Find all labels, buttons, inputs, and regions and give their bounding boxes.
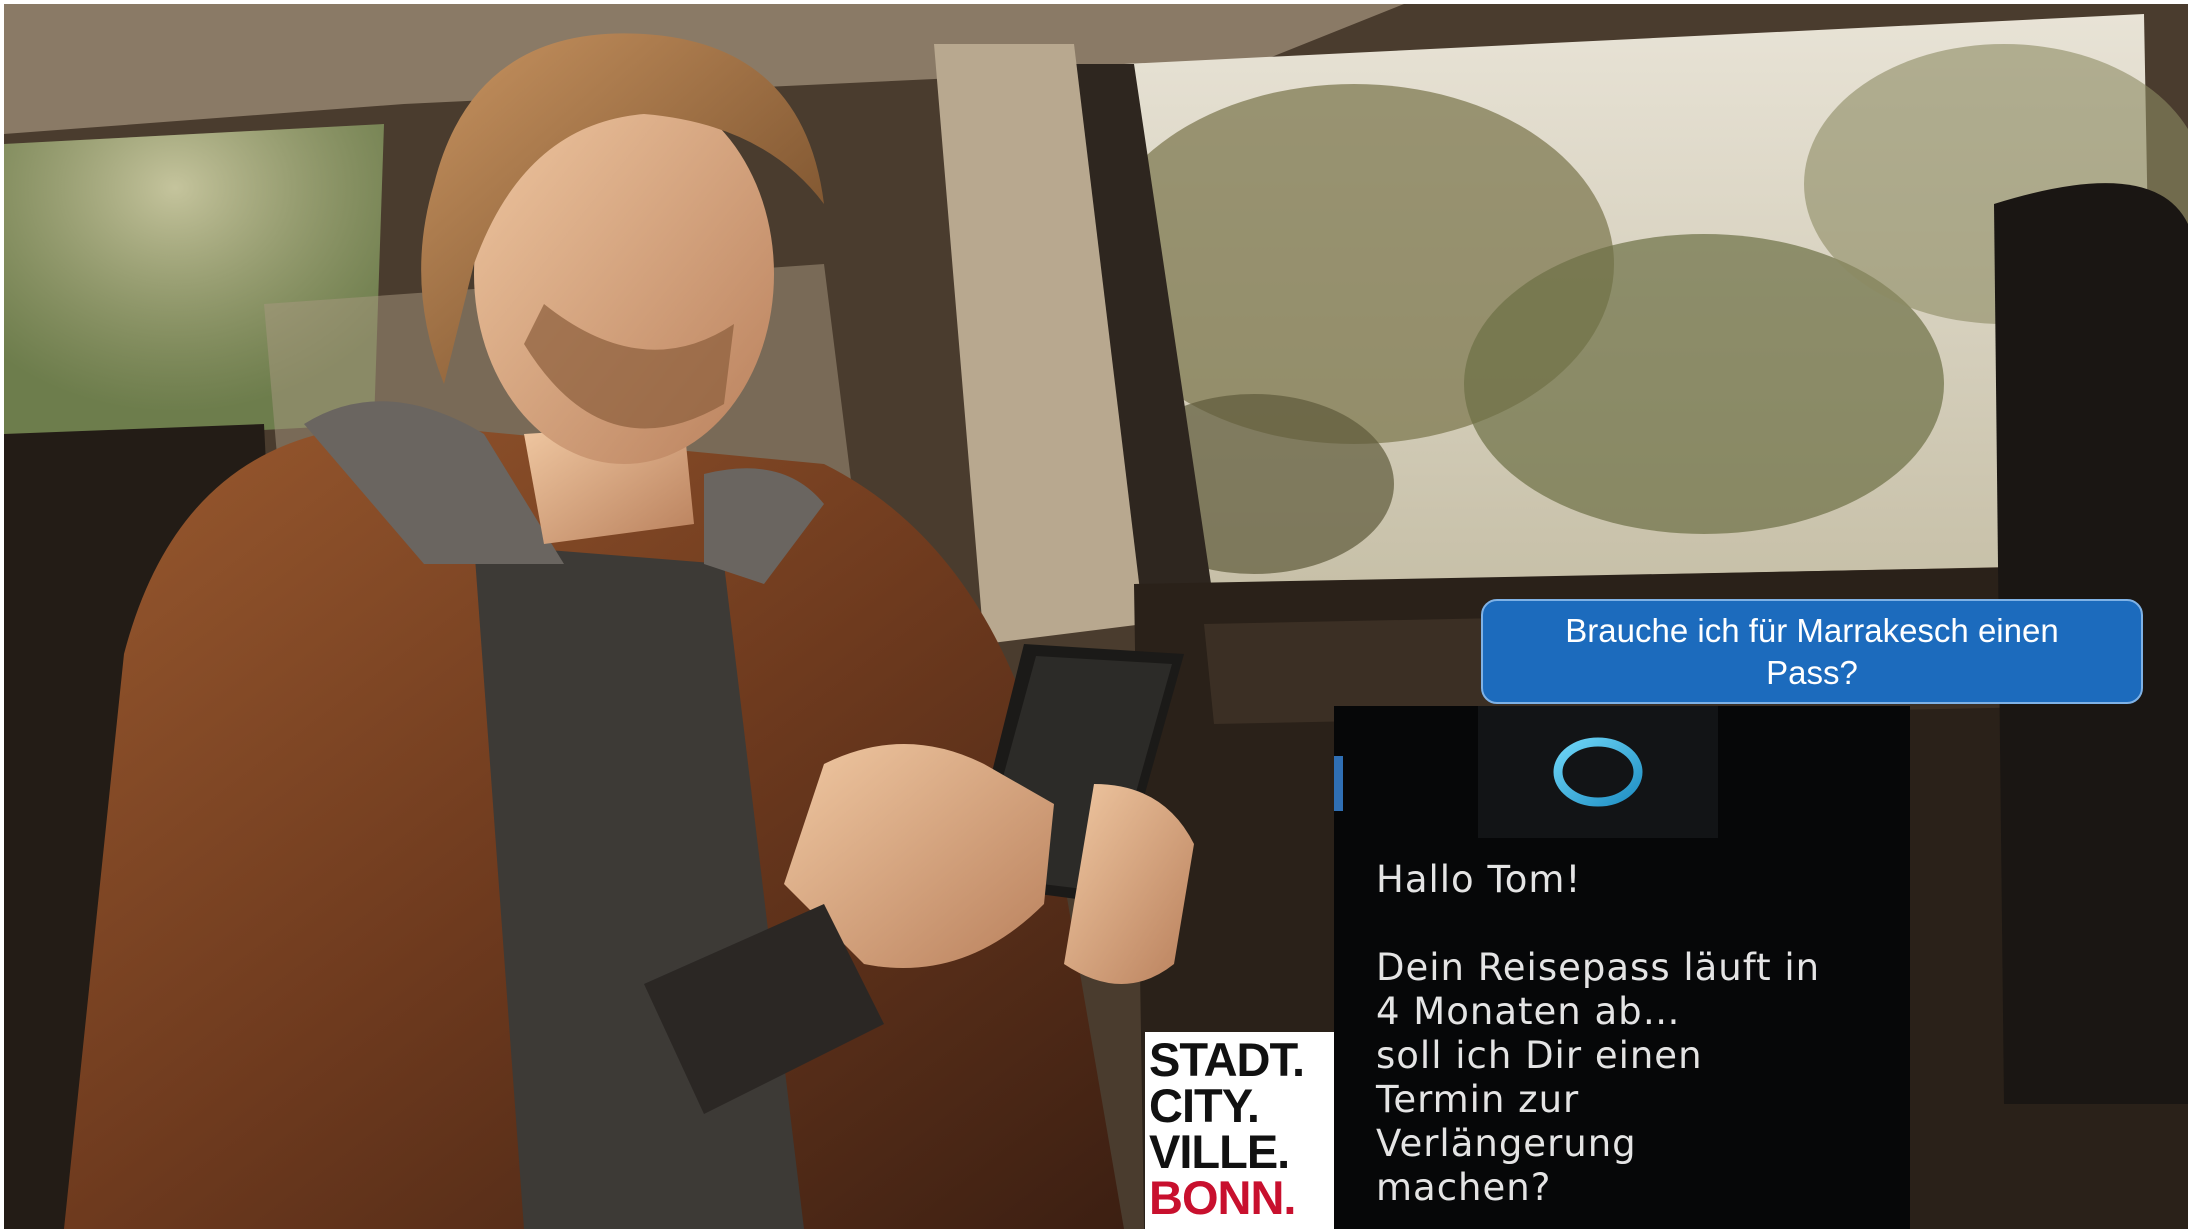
city-logo: STADT. CITY. VILLE. BONN. [1145,1032,1334,1229]
user-query-text: Brauche ich für Marrakesch einen Pass? [1565,611,2059,691]
assistant-message-line: 4 Monaten ab… [1376,990,1681,1033]
assistant-accent-bar [1334,756,1343,811]
cortana-ring-icon [1553,737,1643,807]
logo-line-city: CITY. [1149,1079,1260,1132]
logo-line-stadt: STADT. [1149,1033,1305,1086]
logo-line-bonn: BONN. [1149,1171,1296,1224]
assistant-avatar [1478,706,1718,838]
assistant-panel: Hallo Tom! Dein Reisepass läuft in 4 Mon… [1334,706,1910,1229]
assistant-message-line: Termin zur [1376,1078,1580,1121]
assistant-message-line: Verlängerung [1376,1122,1637,1165]
logo-line-ville: VILLE. [1149,1125,1290,1178]
assistant-message-line: soll ich Dir einen [1376,1034,1703,1077]
assistant-response: Hallo Tom! Dein Reisepass läuft in 4 Mon… [1376,858,1896,1210]
user-query-bubble: Brauche ich für Marrakesch einen Pass? [1481,599,2143,704]
assistant-greeting: Hallo Tom! [1376,858,1582,901]
assistant-message-line: Dein Reisepass läuft in [1376,946,1821,989]
assistant-message-line: machen? [1376,1166,1552,1209]
